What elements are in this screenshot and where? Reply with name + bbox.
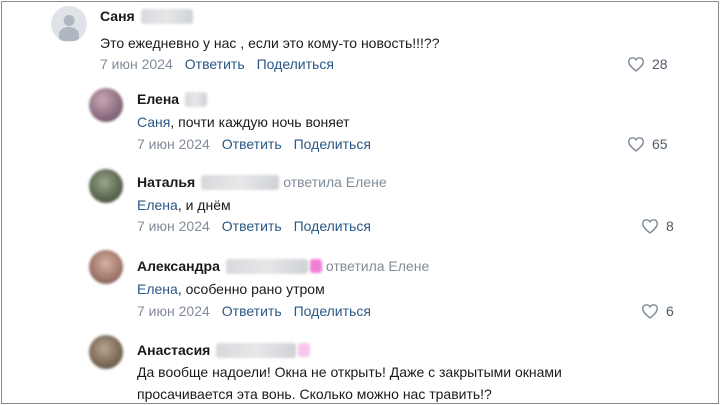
heart-icon xyxy=(641,304,659,319)
like-count: 6 xyxy=(666,303,674,319)
replied-to: ответила Елене xyxy=(283,174,387,190)
blurred-surname xyxy=(225,258,308,274)
author-name[interactable]: Анастасия xyxy=(137,342,210,358)
like-button[interactable]: 6 xyxy=(641,303,674,319)
comment-text: Саня, почти каждую ночь воняет xyxy=(137,114,350,130)
reply-button[interactable]: Ответить xyxy=(222,218,282,234)
blurred-surname xyxy=(140,8,193,24)
share-button[interactable]: Поделиться xyxy=(257,56,334,72)
like-count: 8 xyxy=(666,218,674,234)
emoji-icon xyxy=(298,343,311,357)
mention-link[interactable]: Елена xyxy=(137,281,178,297)
heart-icon xyxy=(641,219,659,234)
replied-to: ответила Елене xyxy=(325,258,430,274)
author-name[interactable]: Александра xyxy=(137,258,220,274)
avatar[interactable] xyxy=(89,88,123,122)
share-button[interactable]: Поделиться xyxy=(294,303,371,319)
comment-date[interactable]: 7 июн 2024 xyxy=(137,218,210,234)
comment-text: Елена, и днём xyxy=(137,197,231,213)
heart-icon xyxy=(627,137,645,152)
comments-thread: Саня Это ежедневно у нас , если это кому… xyxy=(1,1,719,404)
comment-text: Это ежедневно у нас , если это кому-то н… xyxy=(100,35,440,51)
comment-date[interactable]: 7 июн 2024 xyxy=(137,136,210,152)
comment-text-line1: Да вообще надоели! Окна не открыть! Даже… xyxy=(137,364,562,380)
author-name[interactable]: Наталья xyxy=(137,174,195,190)
reply-button[interactable]: Ответить xyxy=(222,303,282,319)
comment-text: Елена, особенно рано утром xyxy=(137,281,325,297)
blurred-surname xyxy=(201,174,280,190)
blurred-surname xyxy=(216,342,297,358)
blurred-surname xyxy=(185,91,208,107)
share-button[interactable]: Поделиться xyxy=(294,218,371,234)
like-button[interactable]: 8 xyxy=(641,218,674,234)
like-count: 65 xyxy=(652,136,668,152)
comment-date[interactable]: 7 июн 2024 xyxy=(100,56,173,72)
comment-date[interactable]: 7 июн 2024 xyxy=(137,303,210,319)
avatar[interactable] xyxy=(89,169,123,203)
avatar[interactable] xyxy=(89,250,123,284)
reply-button[interactable]: Ответить xyxy=(222,136,282,152)
mention-link[interactable]: Саня xyxy=(137,114,170,130)
emoji-icon xyxy=(309,259,322,273)
avatar-placeholder-icon[interactable] xyxy=(51,6,87,42)
like-count: 28 xyxy=(652,56,668,72)
avatar[interactable] xyxy=(89,335,123,369)
mention-link[interactable]: Елена xyxy=(137,197,178,213)
reply-button[interactable]: Ответить xyxy=(185,56,245,72)
like-button[interactable]: 65 xyxy=(627,136,668,152)
comment-text-line2: просачивается эта вонь. Сколько можно на… xyxy=(137,386,492,402)
heart-icon xyxy=(627,57,645,72)
share-button[interactable]: Поделиться xyxy=(294,136,371,152)
like-button[interactable]: 28 xyxy=(627,56,668,72)
author-name[interactable]: Елена xyxy=(137,91,179,107)
author-name[interactable]: Саня xyxy=(100,8,135,24)
